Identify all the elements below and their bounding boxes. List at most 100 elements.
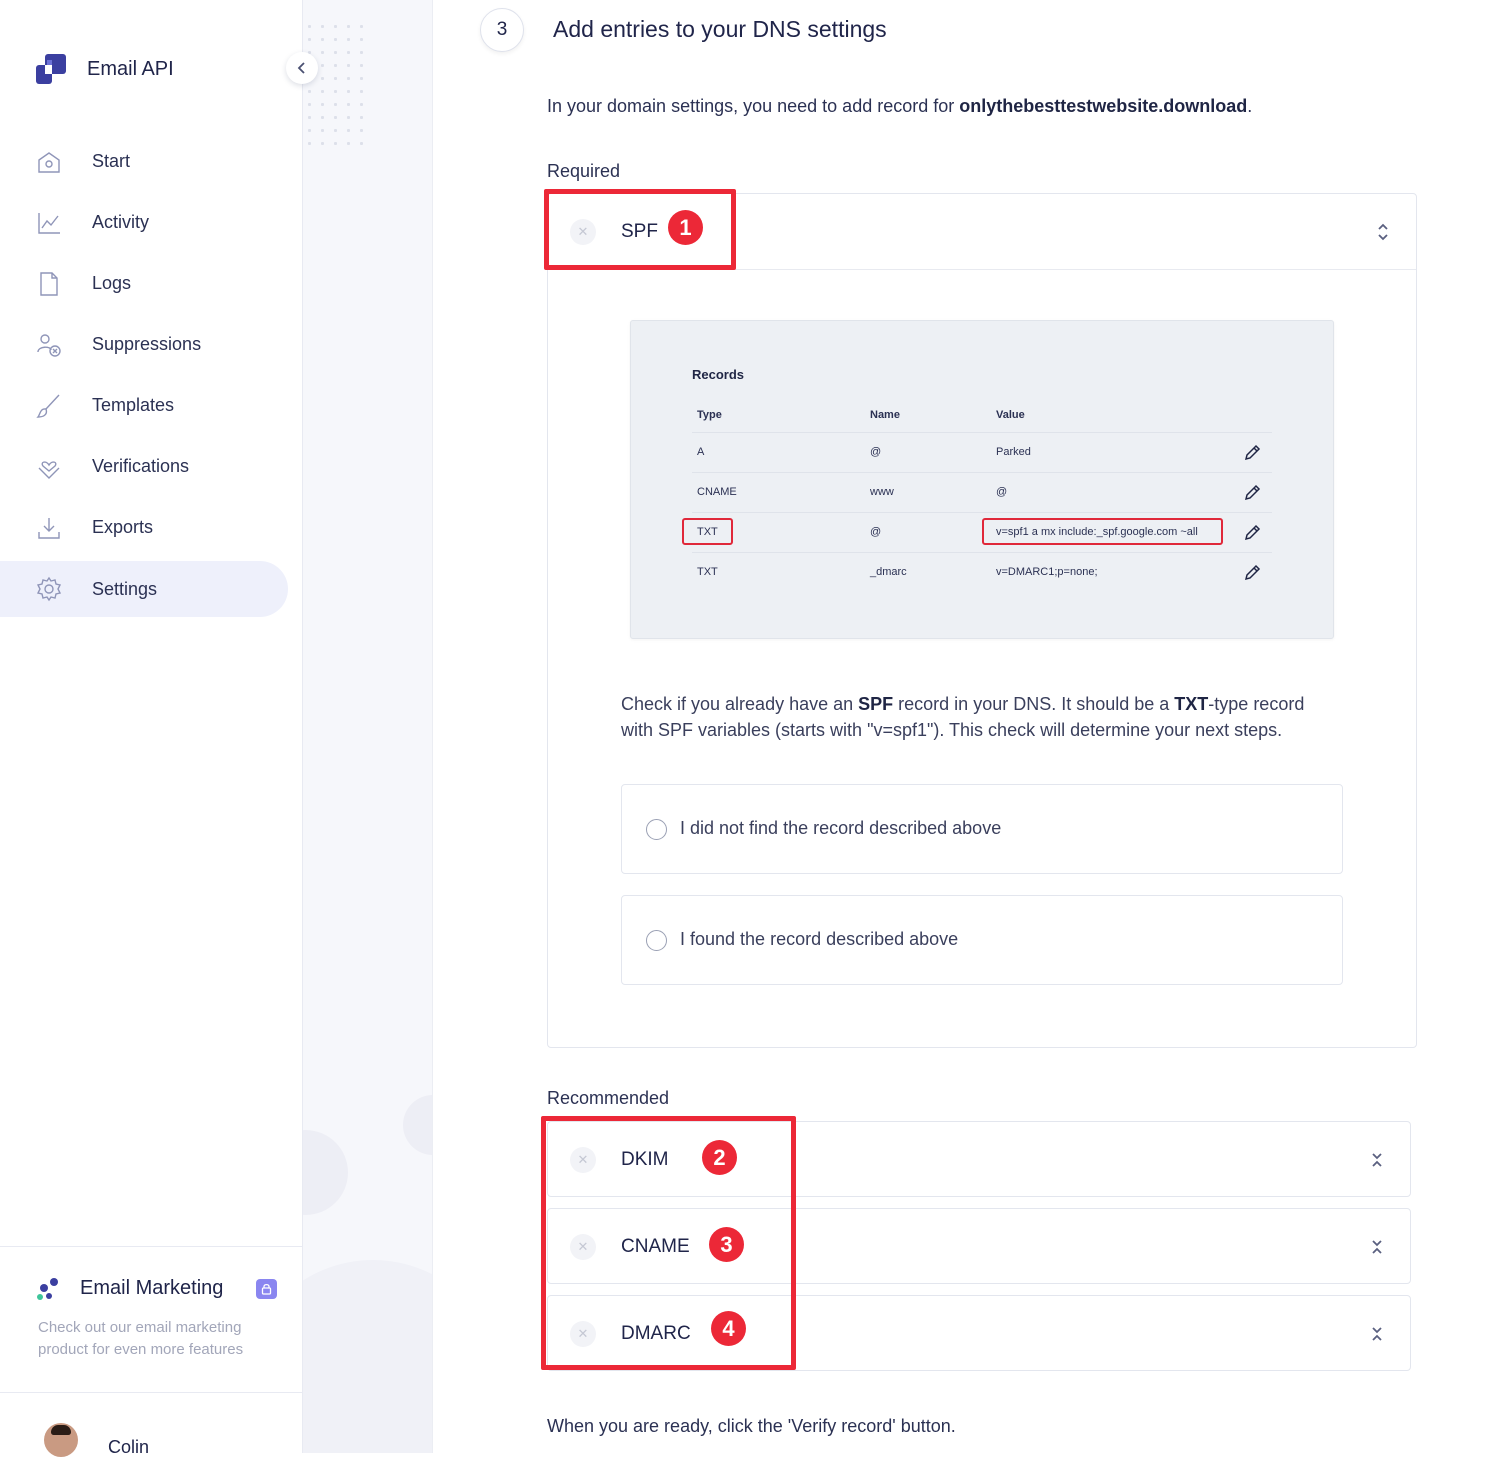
annotation-badge: 1 <box>668 210 703 245</box>
dmarc-title: DMARC <box>621 1323 691 1344</box>
desc-bold: TXT <box>1174 694 1209 714</box>
option-not-found[interactable]: I did not find the record described abov… <box>621 784 1343 874</box>
lock-icon <box>256 1279 277 1299</box>
sidebar: Email API Start Activity Logs Suppressio… <box>0 0 303 1457</box>
gear-icon <box>36 576 62 602</box>
sidebar-item-logs[interactable]: Logs <box>0 253 303 314</box>
column-header: Value <box>996 409 1025 421</box>
sidebar-item-label: Logs <box>92 273 132 293</box>
close-icon: ✕ <box>570 1321 596 1347</box>
avatar <box>44 1423 78 1457</box>
download-icon <box>38 517 60 539</box>
record-value: Parked <box>996 446 1031 458</box>
option-label: I found the record described above <box>680 929 959 949</box>
chart-icon <box>38 212 60 234</box>
chevron-collapse-icon[interactable] <box>1370 1322 1384 1346</box>
pencil-icon <box>1244 444 1261 461</box>
promo-description: Check out our email marketing product fo… <box>38 1319 244 1358</box>
step-number: 3 <box>480 8 524 52</box>
required-label: Required <box>547 161 621 181</box>
record-type: CNAME <box>697 486 737 498</box>
decor-circle <box>403 1095 432 1155</box>
close-icon: ✕ <box>570 1147 596 1173</box>
column-header: Name <box>870 409 900 421</box>
record-name: _dmarc <box>870 566 907 578</box>
spf-description: Check if you already have an SPF record … <box>621 691 1341 743</box>
cname-title: CNAME <box>621 1236 690 1257</box>
sidebar-item-suppressions[interactable]: Suppressions <box>0 314 303 375</box>
home-icon <box>38 151 60 173</box>
brand-name: Email API <box>87 57 174 80</box>
table-row: TXT @ v=spf1 a mx include:_spf.google.co… <box>682 512 1272 552</box>
desc-bold: SPF <box>858 694 894 714</box>
brush-icon <box>36 394 60 418</box>
close-icon: ✕ <box>570 218 596 245</box>
pencil-icon <box>1244 564 1261 581</box>
records-table: Type Name Value A @ Parked CNAME www @ T… <box>682 409 1272 592</box>
record-name: @ <box>870 446 882 458</box>
chevron-up-down-icon[interactable] <box>1376 220 1390 244</box>
pencil-icon <box>1244 524 1261 541</box>
record-type: TXT <box>697 526 718 538</box>
dkim-card[interactable]: ✕ DKIM <box>547 1121 1411 1197</box>
dot-pattern <box>303 20 373 150</box>
sidebar-item-label: Activity <box>92 212 150 232</box>
annotation-badge: 4 <box>711 1311 746 1346</box>
sidebar-item-verifications[interactable]: Verifications <box>0 436 303 497</box>
column-header: Type <box>697 409 722 421</box>
desc-text: Check if you already have an <box>621 694 859 714</box>
decorative-band <box>303 0 433 1453</box>
step-intro: In your domain settings, you need to add… <box>547 96 1252 117</box>
table-row: A @ Parked <box>692 432 1272 472</box>
brand[interactable]: Email API <box>34 52 174 86</box>
sidebar-item-label: Verifications <box>92 456 190 476</box>
annotation-badge: 2 <box>702 1140 737 1175</box>
email-api-logo-icon <box>36 54 66 84</box>
step-title: Add entries to your DNS settings <box>553 16 887 42</box>
promo-title: Email Marketing <box>80 1277 224 1299</box>
cname-card[interactable]: ✕ CNAME <box>547 1208 1411 1284</box>
spf-title: SPF <box>621 220 658 242</box>
dkim-title: DKIM <box>621 1149 669 1170</box>
domain-name: onlythebesttestwebsite.download <box>959 96 1248 116</box>
decor-circle <box>303 1260 432 1453</box>
option-found[interactable]: I found the record described above <box>621 895 1343 985</box>
dmarc-card[interactable]: ✕ DMARC <box>547 1295 1411 1371</box>
decor-circle <box>303 1130 348 1215</box>
user-profile[interactable]: Colin <box>0 1392 303 1457</box>
table-row: CNAME www @ <box>692 472 1272 512</box>
sidebar-item-label: Start <box>92 151 131 171</box>
dkim-card-header[interactable]: ✕ DKIM <box>548 1122 1410 1198</box>
email-marketing-promo[interactable]: Email Marketing Check out our email mark… <box>0 1246 303 1392</box>
sidebar-item-label: Suppressions <box>92 334 202 354</box>
record-value: v=DMARC1;p=none; <box>996 566 1098 578</box>
record-name: @ <box>870 526 882 538</box>
pencil-icon <box>1244 484 1261 501</box>
record-value: v=spf1 a mx include:_spf.google.com ~all <box>996 526 1198 538</box>
sidebar-item-activity[interactable]: Activity <box>0 192 303 253</box>
sidebar-item-start[interactable]: Start <box>0 131 303 192</box>
collapse-sidebar-button[interactable] <box>286 52 318 84</box>
cname-card-header[interactable]: ✕ CNAME <box>548 1209 1410 1285</box>
sidebar-item-settings[interactable]: Settings <box>0 561 288 617</box>
table-row: TXT _dmarc v=DMARC1;p=none; <box>692 552 1272 592</box>
radio-button[interactable] <box>646 930 667 951</box>
dmarc-card-header[interactable]: ✕ DMARC <box>548 1296 1410 1372</box>
option-label: I did not find the record described abov… <box>680 818 1002 838</box>
heart-hand-icon <box>38 460 60 479</box>
chevron-left-icon <box>297 62 305 74</box>
email-marketing-logo-icon <box>37 1278 58 1300</box>
sidebar-item-templates[interactable]: Templates <box>0 375 303 436</box>
main-content: 3 Add entries to your DNS settings In yo… <box>433 0 1500 1453</box>
record-value: @ <box>996 486 1008 498</box>
sidebar-nav: Start Activity Logs Suppressions Templat… <box>0 131 303 620</box>
verify-instruction: When you are ready, click the 'Verify re… <box>547 1416 956 1436</box>
sidebar-item-exports[interactable]: Exports <box>0 497 303 558</box>
intro-text: . <box>1247 96 1253 116</box>
user-block-icon <box>37 333 61 357</box>
chevron-collapse-icon[interactable] <box>1370 1148 1384 1172</box>
file-icon <box>40 271 58 296</box>
radio-button[interactable] <box>646 819 667 840</box>
annotation-badge: 3 <box>709 1227 744 1262</box>
chevron-collapse-icon[interactable] <box>1370 1235 1384 1259</box>
